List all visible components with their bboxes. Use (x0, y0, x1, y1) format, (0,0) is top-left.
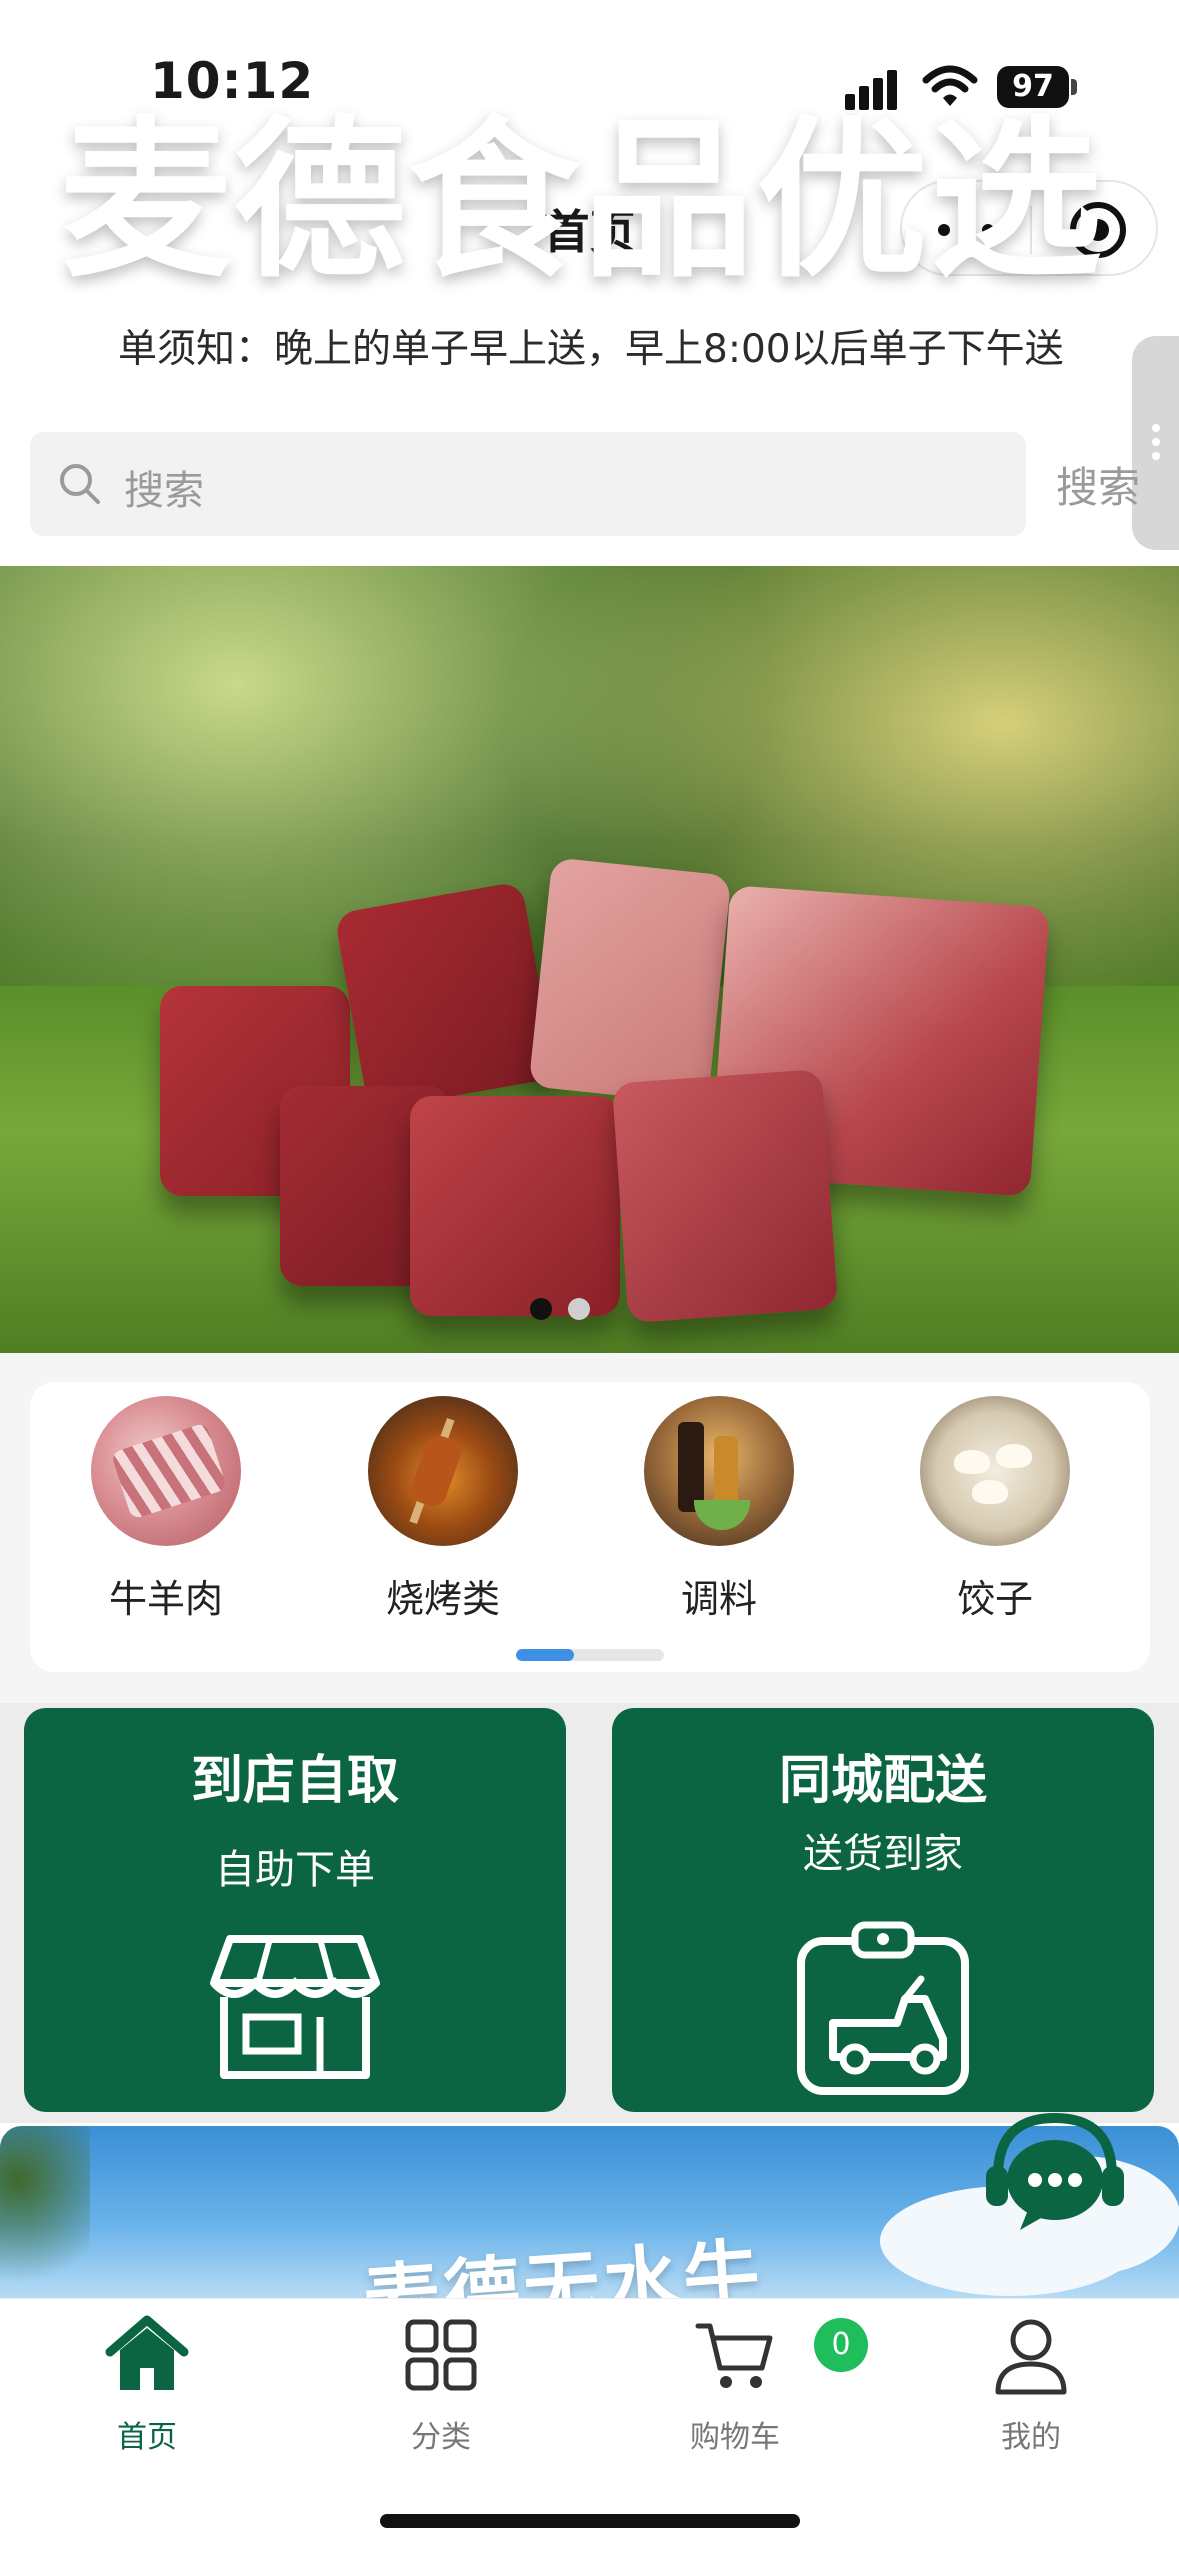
store-icon (210, 1931, 380, 2081)
user-icon (988, 2312, 1074, 2398)
category-label: 烧烤类 (385, 1577, 500, 1621)
seasoning-image (644, 1396, 794, 1546)
tab-mine[interactable]: 我的 (931, 2312, 1131, 2456)
carousel-dot-active (530, 1298, 552, 1320)
pickup-title: 到店自取 (190, 1751, 399, 1811)
category-item-beef-lamb[interactable]: 牛羊肉 (71, 1396, 261, 1623)
tab-label: 首页 (117, 2420, 177, 2455)
cart-icon (692, 2312, 778, 2398)
pickup-subtitle: 自助下单 (215, 1847, 375, 1893)
notice-marquee: 单须知：晚上的单子早上送，早上8:00以后单子下午送 (118, 327, 1064, 372)
tab-label: 我的 (1001, 2420, 1061, 2455)
tab-category[interactable]: 分类 (341, 2312, 541, 2456)
carousel-indicator (530, 1298, 600, 1322)
tab-home[interactable]: 首页 (47, 2312, 247, 2456)
banner-registered-mark: ® (1112, 44, 1148, 85)
pickup-card[interactable]: 到店自取 自助下单 (24, 1708, 566, 2112)
category-label: 牛羊肉 (108, 1577, 223, 1621)
tab-cart[interactable]: 购物车 (635, 2312, 835, 2456)
category-item-bbq[interactable]: 烧烤类 (348, 1396, 538, 1623)
tab-label: 购物车 (690, 2420, 780, 2455)
search-placeholder: 搜索 (124, 468, 204, 514)
delivery-clipboard-icon (793, 1919, 973, 2099)
category-label: 饺子 (956, 1577, 1033, 1621)
cart-count-badge: 0 (814, 2318, 868, 2372)
beef-lamb-image (91, 1396, 241, 1546)
home-icon (104, 2312, 190, 2398)
category-label: 调料 (680, 1577, 757, 1621)
delivery-title: 同城配送 (778, 1751, 987, 1811)
bbq-image (368, 1396, 518, 1546)
search-button[interactable]: 搜索 (1056, 454, 1140, 515)
category-item-seasoning[interactable]: 调料 (624, 1396, 814, 1623)
category-scroll-indicator (516, 1649, 664, 1661)
category-item-dumplings[interactable]: 饺子 (900, 1396, 1090, 1623)
tab-label: 分类 (411, 2420, 471, 2455)
home-indicator[interactable] (380, 2514, 800, 2528)
customer-service-icon[interactable] (980, 2110, 1130, 2236)
banner-title: 麦德食品优选 (60, 100, 1104, 301)
delivery-card[interactable]: 同城配送 送货到家 (612, 1708, 1154, 2112)
carousel-dot (568, 1298, 590, 1320)
side-drawer-handle[interactable] (1132, 336, 1179, 550)
banner-carousel[interactable] (0, 566, 1179, 1353)
dumplings-image (920, 1396, 1070, 1546)
delivery-subtitle: 送货到家 (803, 1831, 963, 1877)
grid-icon (398, 2312, 484, 2398)
search-icon (58, 462, 102, 506)
